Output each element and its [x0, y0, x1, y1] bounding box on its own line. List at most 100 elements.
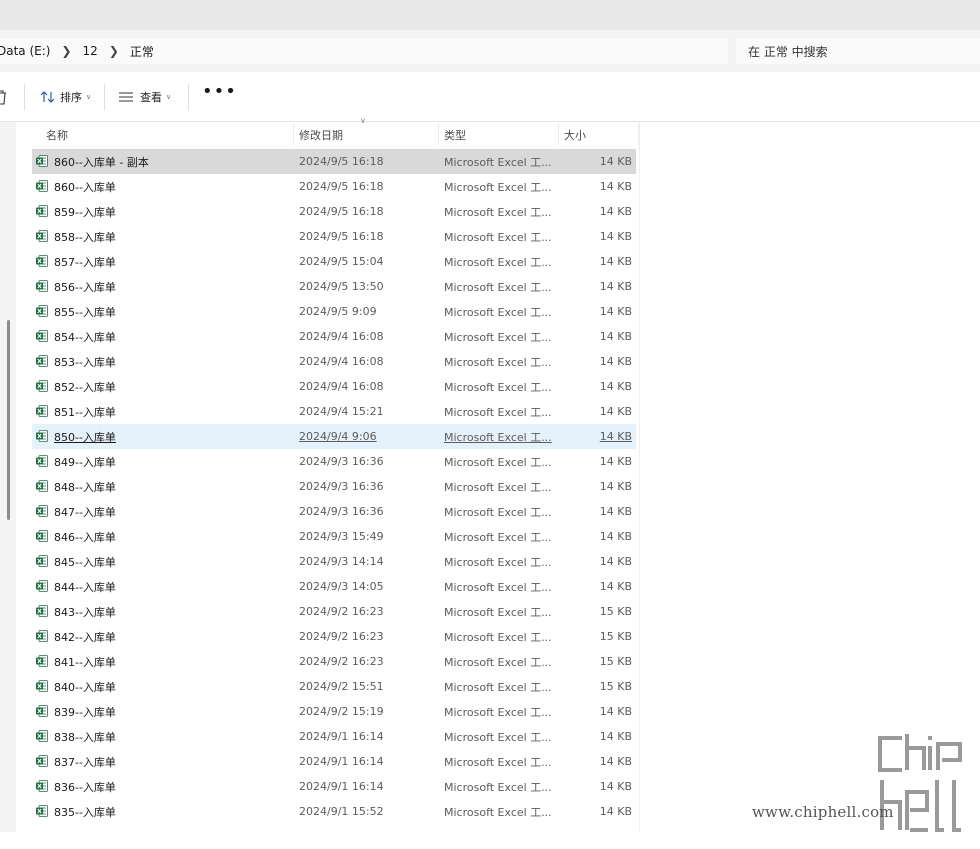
excel-file-icon	[36, 680, 48, 692]
file-name[interactable]: 842--入库单	[54, 629, 116, 645]
file-row[interactable]: 846--入库单 2024/9/3 15:49 Microsoft Excel 工.…	[32, 524, 636, 549]
file-row[interactable]: 844--入库单 2024/9/3 14:05 Microsoft Excel 工.…	[32, 574, 636, 599]
breadcrumb[interactable]: Data (E:) ❯ 12 ❯ 正常	[0, 38, 728, 64]
file-row[interactable]: 860--入库单 - 副本 2024/9/5 16:18 Microsoft Exc…	[32, 149, 636, 174]
file-row[interactable]: 841--入库单 2024/9/2 16:23 Microsoft Excel 工.…	[32, 649, 636, 674]
breadcrumb-item-folder[interactable]: 12	[83, 44, 98, 58]
file-row[interactable]: 850--入库单 2024/9/4 9:06 Microsoft Excel 工..…	[32, 424, 636, 449]
file-name[interactable]: 858--入库单	[54, 229, 116, 245]
file-type: Microsoft Excel 工...	[444, 630, 552, 644]
file-type: Microsoft Excel 工...	[444, 655, 552, 669]
file-size: 14 KB	[599, 505, 632, 518]
file-name[interactable]: 846--入库单	[54, 529, 116, 545]
file-modified-date: 2024/9/4 9:06	[299, 430, 377, 443]
file-size: 14 KB	[599, 780, 632, 793]
file-name[interactable]: 853--入库单	[54, 354, 116, 370]
chevron-right-icon[interactable]: ❯	[61, 44, 71, 58]
file-name[interactable]: 841--入库单	[54, 654, 116, 670]
file-row[interactable]: 856--入库单 2024/9/5 13:50 Microsoft Excel 工.…	[32, 274, 636, 299]
file-name[interactable]: 836--入库单	[54, 779, 116, 795]
file-row[interactable]: 858--入库单 2024/9/5 16:18 Microsoft Excel 工.…	[32, 224, 636, 249]
file-row[interactable]: 835--入库单 2024/9/1 15:52 Microsoft Excel 工.…	[32, 799, 636, 824]
file-row[interactable]: 854--入库单 2024/9/4 16:08 Microsoft Excel 工.…	[32, 324, 636, 349]
trash-icon[interactable]	[0, 89, 8, 105]
file-type: Microsoft Excel 工...	[444, 255, 552, 269]
file-row[interactable]: 849--入库单 2024/9/3 16:36 Microsoft Excel 工.…	[32, 449, 636, 474]
file-name[interactable]: 850--入库单	[54, 429, 116, 445]
column-divider[interactable]	[558, 123, 559, 145]
file-name[interactable]: 856--入库单	[54, 279, 116, 295]
file-modified-date: 2024/9/4 16:08	[299, 355, 384, 368]
file-name[interactable]: 854--入库单	[54, 329, 116, 345]
file-name[interactable]: 860--入库单 - 副本	[54, 154, 149, 170]
file-name[interactable]: 840--入库单	[54, 679, 116, 695]
file-row[interactable]: 857--入库单 2024/9/5 15:04 Microsoft Excel 工.…	[32, 249, 636, 274]
file-size: 14 KB	[599, 405, 632, 418]
file-row[interactable]: 837--入库单 2024/9/1 16:14 Microsoft Excel 工.…	[32, 749, 636, 774]
file-size: 14 KB	[599, 330, 632, 343]
file-name[interactable]: 857--入库单	[54, 254, 116, 270]
file-name[interactable]: 855--入库单	[54, 304, 116, 320]
file-name[interactable]: 851--入库单	[54, 404, 116, 420]
file-row[interactable]: 836--入库单 2024/9/1 16:14 Microsoft Excel 工.…	[32, 774, 636, 799]
file-row[interactable]: 840--入库单 2024/9/2 15:51 Microsoft Excel 工.…	[32, 674, 636, 699]
file-row[interactable]: 842--入库单 2024/9/2 16:23 Microsoft Excel 工.…	[32, 624, 636, 649]
file-name[interactable]: 848--入库单	[54, 479, 116, 495]
file-row[interactable]: 853--入库单 2024/9/4 16:08 Microsoft Excel 工.…	[32, 349, 636, 374]
file-row[interactable]: 855--入库单 2024/9/5 9:09 Microsoft Excel 工..…	[32, 299, 636, 324]
file-name[interactable]: 843--入库单	[54, 604, 116, 620]
view-label: 查看	[140, 91, 162, 104]
file-size: 14 KB	[599, 230, 632, 243]
file-name[interactable]: 849--入库单	[54, 454, 116, 470]
file-name[interactable]: 844--入库单	[54, 579, 116, 595]
view-button[interactable]: 查看 ∨	[118, 89, 171, 105]
file-size: 14 KB	[599, 255, 632, 268]
file-row[interactable]: 838--入库单 2024/9/1 16:14 Microsoft Excel 工.…	[32, 724, 636, 749]
file-size: 14 KB	[599, 180, 632, 193]
excel-file-icon	[36, 280, 48, 292]
chevron-right-icon[interactable]: ❯	[109, 44, 119, 58]
sort-button[interactable]: 排序 ∨	[40, 89, 91, 105]
search-input[interactable]: 在 正常 中搜索	[736, 38, 980, 64]
column-header-name[interactable]: 名称	[46, 127, 68, 143]
file-name[interactable]: 847--入库单	[54, 504, 116, 520]
excel-file-icon	[36, 655, 48, 667]
watermark-url: www.chiphell.com	[752, 803, 894, 821]
file-row[interactable]: 859--入库单 2024/9/5 16:18 Microsoft Excel 工.…	[32, 199, 636, 224]
file-name[interactable]: 852--入库单	[54, 379, 116, 395]
search-placeholder: 在 正常 中搜索	[748, 44, 828, 59]
nav-pane-scrollbar[interactable]	[7, 320, 10, 520]
file-name[interactable]: 860--入库单	[54, 179, 116, 195]
file-size: 14 KB	[599, 455, 632, 468]
file-name[interactable]: 835--入库单	[54, 804, 116, 820]
file-name[interactable]: 845--入库单	[54, 554, 116, 570]
breadcrumb-item-current[interactable]: 正常	[130, 43, 154, 60]
file-row[interactable]: 843--入库单 2024/9/2 16:23 Microsoft Excel 工.…	[32, 599, 636, 624]
column-divider[interactable]	[438, 123, 439, 145]
file-row[interactable]: 852--入库单 2024/9/4 16:08 Microsoft Excel 工.…	[32, 374, 636, 399]
file-name[interactable]: 839--入库单	[54, 704, 116, 720]
file-size: 14 KB	[599, 805, 632, 818]
file-name[interactable]: 859--入库单	[54, 204, 116, 220]
file-type: Microsoft Excel 工...	[444, 180, 552, 194]
column-header-type[interactable]: 类型	[444, 127, 466, 143]
file-type: Microsoft Excel 工...	[444, 780, 552, 794]
excel-file-icon	[36, 155, 48, 167]
breadcrumb-item-drive[interactable]: Data (E:)	[0, 44, 50, 58]
file-row[interactable]: 851--入库单 2024/9/4 15:21 Microsoft Excel 工.…	[32, 399, 636, 424]
file-row[interactable]: 839--入库单 2024/9/2 15:19 Microsoft Excel 工.…	[32, 699, 636, 724]
file-type: Microsoft Excel 工...	[444, 580, 552, 594]
more-options-button[interactable]: •••	[202, 83, 237, 101]
excel-file-icon	[36, 380, 48, 392]
file-row[interactable]: 847--入库单 2024/9/3 16:36 Microsoft Excel 工.…	[32, 499, 636, 524]
file-row[interactable]: 848--入库单 2024/9/3 16:36 Microsoft Excel 工.…	[32, 474, 636, 499]
file-type: Microsoft Excel 工...	[444, 755, 552, 769]
column-divider[interactable]	[293, 123, 294, 145]
file-name[interactable]: 837--入库单	[54, 754, 116, 770]
file-size: 15 KB	[599, 630, 632, 643]
file-name[interactable]: 838--入库单	[54, 729, 116, 745]
column-header-date[interactable]: 修改日期	[299, 127, 343, 143]
column-header-size[interactable]: 大小	[564, 127, 586, 143]
file-row[interactable]: 845--入库单 2024/9/3 14:14 Microsoft Excel 工.…	[32, 549, 636, 574]
file-row[interactable]: 860--入库单 2024/9/5 16:18 Microsoft Excel 工.…	[32, 174, 636, 199]
